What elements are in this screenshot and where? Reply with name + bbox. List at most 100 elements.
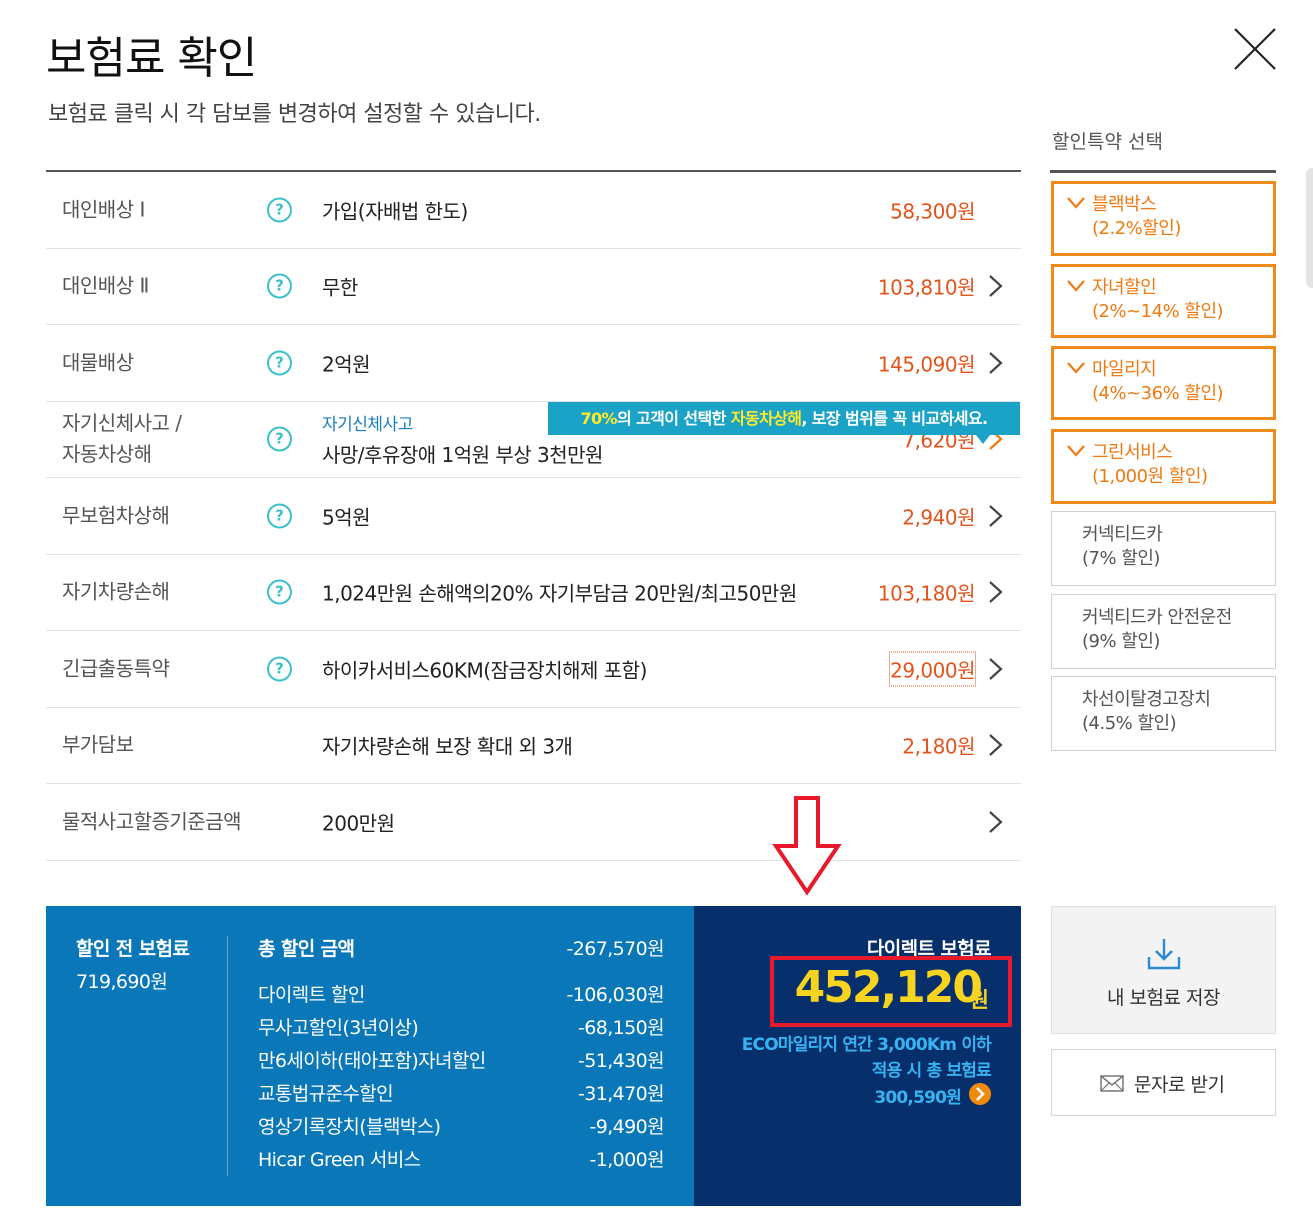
chevron-right-icon[interactable] <box>987 809 1005 835</box>
discount-option-mileage[interactable]: 마일리지 (4%~36% 할인) <box>1051 346 1276 420</box>
send-sms-button[interactable]: 문자로 받기 <box>1051 1049 1276 1116</box>
option-name: 커넥티드카 <box>1082 524 1163 545</box>
discount-amount: -68,150원 <box>577 1017 665 1039</box>
divider <box>227 936 228 1176</box>
check-icon <box>1067 280 1085 292</box>
option-name: 블랙박스 <box>1092 194 1157 215</box>
coverage-table: 대인배상 Ⅰ ? 가입(자배법 한도) 58,300원 대인배상 Ⅱ ? 무한 … <box>46 170 1021 861</box>
help-icon[interactable]: ? <box>267 426 292 452</box>
discount-name: Hicar Green 서비스 <box>258 1149 421 1171</box>
coverage-label: 무보험차상해 <box>62 503 170 528</box>
discount-amount: -9,490원 <box>589 1116 664 1138</box>
option-detail: (2%~14% 할인) <box>1092 301 1224 323</box>
option-name: 그린서비스 <box>1092 442 1173 463</box>
discount-summary-panel: 할인 전 보험료 719,690원 총 할인 금액 -267,570원 다이렉트… <box>46 906 694 1206</box>
coverage-price[interactable]: 103,810원 <box>878 272 976 301</box>
discount-option-connected-car[interactable]: 커넥티드카 (7% 할인) <box>1051 511 1276 586</box>
discount-name: 무사고할인(3년이상) <box>258 1017 419 1039</box>
option-detail: (2.2%할인) <box>1092 218 1181 240</box>
coverage-label: 자기차량손해 <box>62 579 170 604</box>
coverage-price[interactable]: 103,180원 <box>878 578 976 607</box>
coverage-row[interactable]: 무보험차상해 ? 5억원 2,940원 <box>46 478 1021 555</box>
down-arrow-annotation-icon <box>772 796 842 896</box>
coverage-label: 물적사고할증기준금액 <box>62 809 242 834</box>
option-name: 커넥티드카 안전운전 <box>1082 607 1232 628</box>
coverage-value: 200만원 <box>322 811 395 836</box>
total-discount-value: -267,570원 <box>566 938 664 960</box>
coverage-label: 자기신체사고 / 자동차상해 <box>62 408 182 470</box>
page-subtitle: 보험료 클릭 시 각 담보를 변경하여 설정할 수 있습니다. <box>48 102 541 127</box>
chevron-right-icon[interactable] <box>987 503 1005 529</box>
help-icon[interactable]: ? <box>267 350 292 376</box>
option-detail: (4%~36% 할인) <box>1092 383 1224 405</box>
recommendation-tooltip: 70%의 고객이 선택한 자동차상해, 보장 범위를 꼭 비교하세요. <box>548 402 1020 444</box>
option-detail: (1,000원 할인) <box>1092 466 1208 488</box>
discount-name: 다이렉트 할인 <box>258 984 365 1006</box>
coverage-value: 무한 <box>322 275 358 300</box>
discount-amount: -106,030원 <box>566 984 664 1006</box>
coverage-row[interactable]: 자기차량손해 ? 1,024만원 손해액의20% 자기부담금 20만원/최고50… <box>46 555 1021 631</box>
discount-option-lane-departure[interactable]: 차선이탈경고장치 (4.5% 할인) <box>1051 676 1276 751</box>
coverage-row[interactable]: 대인배상 Ⅰ ? 가입(자배법 한도) 58,300원 <box>46 172 1021 249</box>
discount-item: 무사고할인(3년이상) -68,150원 <box>258 1013 665 1046</box>
coverage-price[interactable]: 145,090원 <box>878 348 976 377</box>
coverage-label: 대인배상 Ⅰ <box>62 197 145 222</box>
coverage-row[interactable]: 물적사고할증기준금액 200만원 <box>46 784 1021 861</box>
coverage-value-text: 사망/후유장애 1억원 부상 3천만원 <box>322 443 603 468</box>
check-icon <box>1067 362 1085 374</box>
tooltip-percent: 70% <box>580 409 617 428</box>
discount-option-connected-car-safe-driving[interactable]: 커넥티드카 안전운전 (9% 할인) <box>1051 594 1276 669</box>
chevron-right-circle-icon[interactable] <box>969 1083 991 1105</box>
chevron-right-icon[interactable] <box>987 732 1005 758</box>
close-icon[interactable] <box>1232 26 1278 72</box>
discount-amount: -1,000원 <box>589 1149 664 1171</box>
eco-mileage-note: ECO마일리지 연간 3,000Km 이하 <box>741 1035 992 1055</box>
discount-amount: -31,470원 <box>577 1083 665 1105</box>
discount-name: 교통법규준수할인 <box>258 1083 394 1105</box>
chevron-right-icon[interactable] <box>987 350 1005 376</box>
chevron-right-icon[interactable] <box>987 273 1005 299</box>
coverage-value: 자기차량손해 보장 확대 외 3개 <box>322 734 573 759</box>
chevron-right-icon[interactable] <box>987 579 1005 605</box>
check-icon <box>1067 445 1085 457</box>
coverage-value: 1,024만원 손해액의20% 자기부담금 20만원/최고50만원 <box>322 581 797 606</box>
discount-item: Hicar Green 서비스 -1,000원 <box>258 1145 665 1178</box>
coverage-row[interactable]: 부가담보 자기차량손해 보장 확대 외 3개 2,180원 <box>46 708 1021 784</box>
option-detail: (7% 할인) <box>1082 548 1160 570</box>
coverage-price[interactable]: 2,180원 <box>902 731 975 760</box>
help-icon[interactable]: ? <box>267 197 292 223</box>
discount-name: 영상기록장치(블랙박스) <box>258 1116 441 1138</box>
save-premium-button[interactable]: 내 보험료 저장 <box>1051 906 1276 1034</box>
option-detail: (4.5% 할인) <box>1082 713 1177 735</box>
help-icon[interactable]: ? <box>267 579 292 605</box>
option-detail: (9% 할인) <box>1082 631 1160 653</box>
coverage-price[interactable]: 2,940원 <box>902 501 975 530</box>
coverage-row[interactable]: 대인배상 Ⅱ ? 무한 103,810원 <box>46 249 1021 325</box>
coverage-row[interactable]: 긴급출동특약 ? 하이카서비스60KM(잠금장치해제 포함) 29,000원 <box>46 631 1021 708</box>
coverage-price[interactable]: 29,000원 <box>889 651 976 687</box>
side-handle[interactable] <box>1306 168 1313 288</box>
coverage-value: 가입(자배법 한도) <box>322 199 468 224</box>
send-sms-label: 문자로 받기 <box>1134 1074 1225 1096</box>
eco-mileage-note-2: 적용 시 총 보험료 <box>871 1061 992 1081</box>
total-discount-label: 총 할인 금액 <box>258 938 355 960</box>
pre-discount-value: 719,690원 <box>76 971 168 993</box>
coverage-label-line2: 자동차상해 <box>62 442 152 467</box>
option-name: 자녀할인 <box>1092 277 1157 298</box>
coverage-price[interactable]: 58,300원 <box>890 195 975 224</box>
coverage-row[interactable]: 대물배상 ? 2억원 145,090원 <box>46 325 1021 402</box>
coverage-label: 긴급출동특약 <box>62 656 170 681</box>
chevron-right-icon[interactable] <box>987 656 1005 682</box>
discount-option-child[interactable]: 자녀할인 (2%~14% 할인) <box>1051 264 1276 338</box>
help-icon[interactable]: ? <box>267 656 292 682</box>
discount-item: 다이렉트 할인 -106,030원 <box>258 980 665 1013</box>
discount-item: 교통법규준수할인 -31,470원 <box>258 1079 665 1112</box>
option-name: 마일리지 <box>1092 359 1157 380</box>
discount-name: 만6세이하(태아포함)자녀할인 <box>258 1050 486 1072</box>
help-icon[interactable]: ? <box>267 503 292 529</box>
discount-option-blackbox[interactable]: 블랙박스 (2.2%할인) <box>1051 181 1276 256</box>
page-title: 보험료 확인 <box>46 33 257 84</box>
discount-option-green-service[interactable]: 그린서비스 (1,000원 할인) <box>1051 429 1276 504</box>
help-icon[interactable]: ? <box>267 273 292 299</box>
direct-premium-value: 452,120 <box>794 962 983 1013</box>
